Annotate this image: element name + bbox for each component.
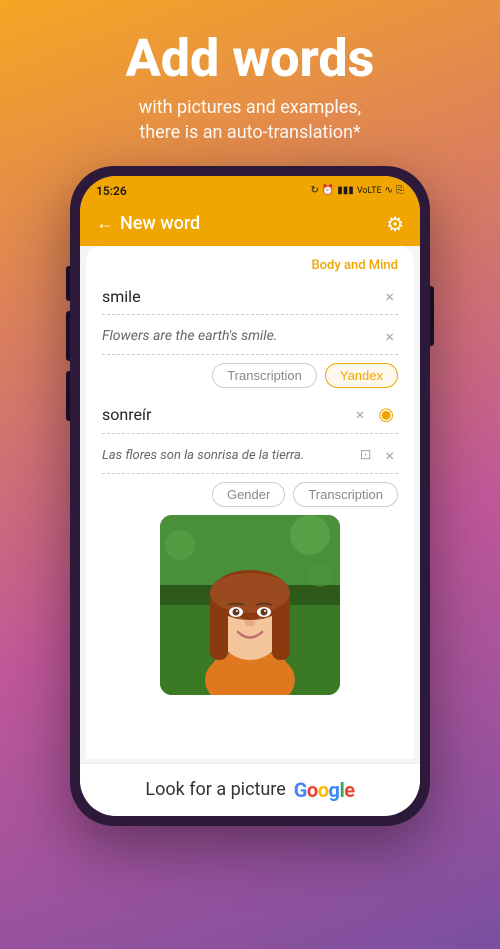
status-time: 15:26 (96, 184, 127, 198)
example-input-row: Flowers are the earth's smile. × (102, 319, 398, 355)
hero-section: Add words with pictures and examples, th… (106, 0, 395, 156)
translation-input-row: sonreír × ◉ (102, 396, 398, 434)
example-input[interactable]: Flowers are the earth's smile. (102, 328, 381, 344)
back-arrow-icon: ← (96, 213, 114, 234)
phone-body: 15:26 ↻ ⏰ ▮▮▮ VoLTE ∿ ⎘ ← New word ⚙ (70, 166, 430, 826)
hero-subtitle: with pictures and examples, there is an … (126, 95, 375, 145)
volume-up-button (66, 311, 70, 361)
yandex-button[interactable]: Yandex (325, 363, 398, 388)
phone-screen: 15:26 ↻ ⏰ ▮▮▮ VoLTE ∿ ⎘ ← New word ⚙ (80, 176, 420, 816)
word-input-row: smile × (102, 279, 398, 315)
word-image[interactable] (160, 515, 340, 695)
translation-example-icons: ⊡ × (356, 444, 398, 467)
status-bar: 15:26 ↻ ⏰ ▮▮▮ VoLTE ∿ ⎘ (80, 176, 420, 202)
copy-icon[interactable]: ⊡ (356, 445, 376, 465)
translation-buttons-row: Gender Transcription (102, 482, 398, 507)
settings-gear-icon[interactable]: ⚙ (386, 212, 404, 236)
word-image-svg (160, 515, 340, 695)
nav-bar: ← New word ⚙ (80, 202, 420, 246)
word-input[interactable]: smile (102, 287, 381, 306)
category-label[interactable]: Body and Mind (102, 258, 398, 273)
back-button[interactable]: ← New word (96, 213, 200, 234)
sound-icon[interactable]: ◉ (374, 402, 398, 427)
volume-down-button (66, 371, 70, 421)
translation-clear-icon[interactable]: × (352, 403, 369, 426)
example-clear-icon[interactable]: × (381, 325, 398, 348)
mute-button (66, 266, 70, 301)
translation-example-row: Las flores son la sonrisa de la tierra. … (102, 438, 398, 474)
content-area: Body and Mind smile × Flowers are the ea… (86, 246, 414, 759)
translation-transcription-button[interactable]: Transcription (293, 482, 398, 507)
phone-mockup: 15:26 ↻ ⏰ ▮▮▮ VoLTE ∿ ⎘ ← New word ⚙ (70, 166, 430, 826)
power-button (430, 286, 434, 346)
word-buttons-row: Transcription Yandex (102, 363, 398, 388)
google-logo: Google (294, 778, 355, 802)
translation-icons: × ◉ (352, 402, 398, 427)
search-text: Look for a picture (145, 779, 285, 800)
transcription-button[interactable]: Transcription (212, 363, 317, 388)
hero-title: Add words (126, 30, 375, 87)
status-icons: ↻ ⏰ ▮▮▮ VoLTE ∿ ⎘ (310, 185, 404, 196)
translation-example-clear-icon[interactable]: × (381, 444, 398, 467)
translation-input[interactable]: sonreír (102, 405, 352, 424)
google-search-bar[interactable]: Look for a picture Google (80, 763, 420, 816)
nav-title: New word (120, 213, 200, 234)
gender-button[interactable]: Gender (212, 482, 285, 507)
word-clear-icon[interactable]: × (381, 285, 398, 308)
translation-example-input[interactable]: Las flores son la sonrisa de la tierra. (102, 448, 356, 463)
